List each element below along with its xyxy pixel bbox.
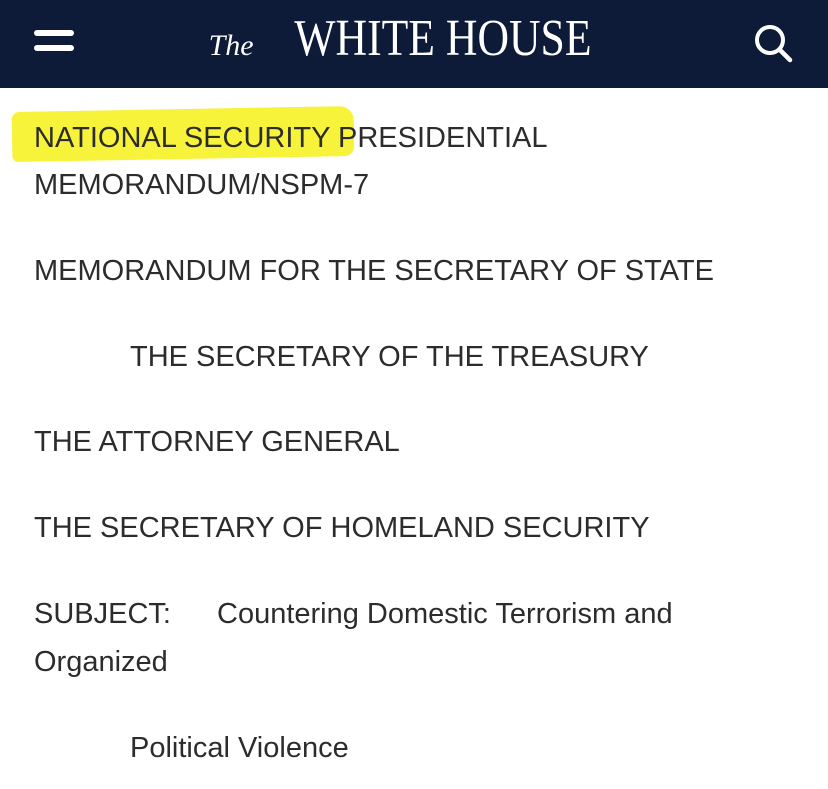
subject-line: SUBJECT: Countering Domestic Terrorism an… [34, 590, 673, 638]
site-header: The WHITE HOUSE [0, 0, 828, 88]
logo-name: WHITE HOUSE [293, 10, 592, 67]
subject-label: SUBJECT: [34, 598, 171, 630]
subject-text: Countering Domestic Terrorism and [217, 598, 673, 630]
document-title-line-1: NATIONAL SECURITY PRESIDENTIAL [34, 114, 548, 162]
document-title-line-2: MEMORANDUM/NSPM-7 [34, 169, 370, 201]
search-icon[interactable] [750, 20, 796, 66]
memorandum-for-line: MEMORANDUM FOR THE SECRETARY OF STATE [34, 255, 714, 287]
subject-text-final: Political Violence [130, 732, 349, 764]
title-text-rest: PRESIDENTIAL [329, 122, 548, 154]
logo-prefix: The [208, 29, 254, 62]
recipient-attorney-general: THE ATTORNEY GENERAL [34, 426, 400, 458]
subject-text-continued: Organized [34, 646, 168, 678]
recipient-homeland-security: THE SECRETARY OF HOMELAND SECURITY [34, 512, 650, 544]
recipient-treasury: THE SECRETARY OF THE TREASURY [130, 341, 649, 373]
site-logo[interactable]: The WHITE HOUSE [0, 0, 828, 88]
hamburger-menu-icon[interactable] [34, 26, 74, 58]
highlighted-title-text: NATIONAL SECURITY [34, 122, 330, 154]
